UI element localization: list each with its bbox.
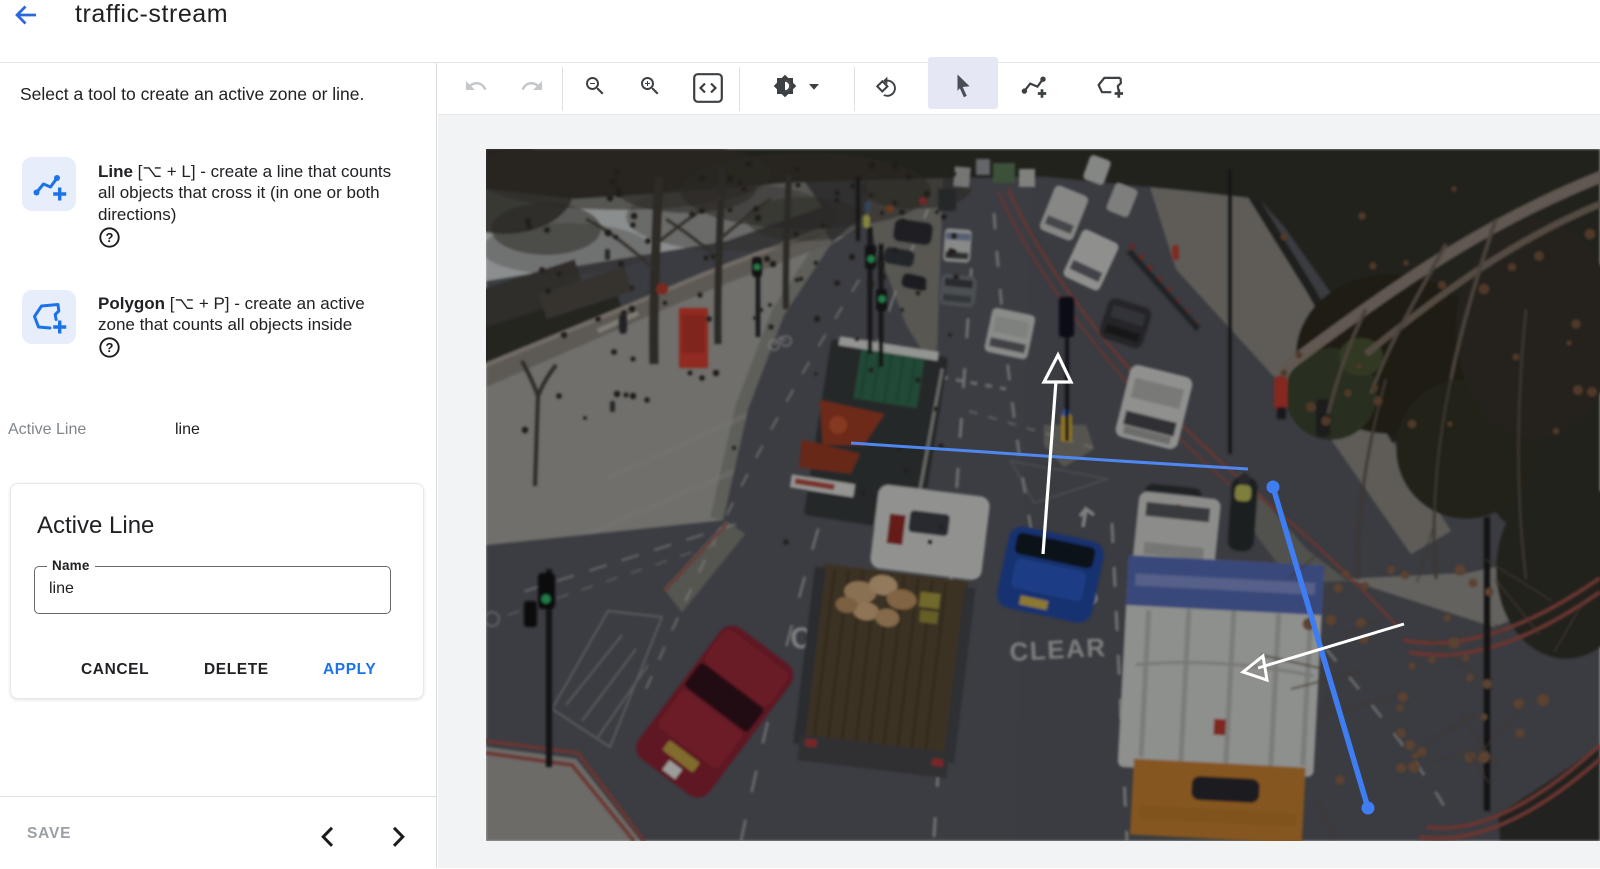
svg-text:?: ? <box>106 230 114 245</box>
svg-text:?: ? <box>106 340 114 355</box>
